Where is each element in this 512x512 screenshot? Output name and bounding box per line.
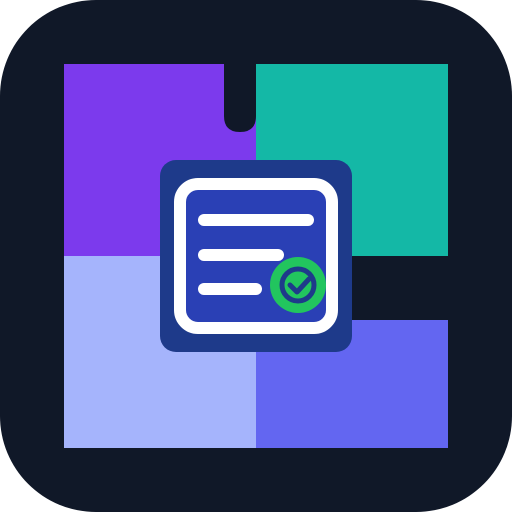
- top-notch: [224, 64, 256, 132]
- app-icon[interactable]: [0, 0, 512, 512]
- form-checklist-app-icon: [0, 0, 512, 512]
- check-badge-icon: [270, 257, 326, 313]
- right-notch: [352, 256, 448, 320]
- check-circle: [270, 257, 326, 313]
